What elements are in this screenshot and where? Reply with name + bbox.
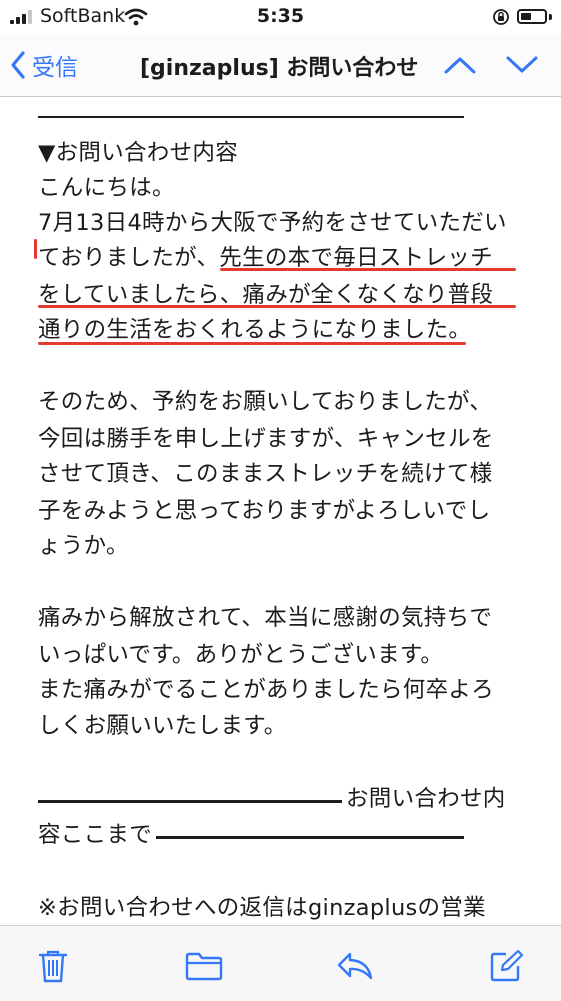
previous-message-button[interactable] [438,48,482,82]
bottom-toolbar [0,925,561,1001]
body-line: 容ここまで [38,822,153,848]
body-line: 7月13日4時から大阪で予約をさせていただい [38,210,507,236]
body-line: こんにちは。 [38,175,175,201]
back-label: 受信 [32,55,78,81]
clock: 5:35 [256,5,305,27]
next-message-button[interactable] [500,48,544,82]
highlight-underline [38,342,466,345]
body-line: 今回は勝手を申し上げますが、キャンセルを [38,426,494,452]
email-subject-title: [ginzaplus] お問い合わせ [140,56,419,81]
reply-button[interactable] [333,944,377,988]
body-line: 子をみようと思っておりますがよろしいでし [38,498,491,524]
body-line: ょうか。 [38,533,129,559]
folder-icon [185,952,223,981]
reply-icon [337,952,373,980]
body-line: させて頂き、このままストレッチを続けて様 [38,461,493,487]
trash-button[interactable] [31,944,75,988]
divider [38,116,464,118]
battery-nub [549,14,552,20]
body-line: いっぱいです。ありがとうございます。 [38,642,444,668]
move-to-folder-button[interactable] [182,944,226,988]
body-line: そのため、予約をお願いしておりましたが、 [38,389,493,415]
compose-button[interactable] [484,944,528,988]
body-line: 痛みから解放されて、本当に感謝の気持ちで [38,605,493,631]
chevron-down-icon [506,56,538,73]
divider [38,800,342,803]
chevron-up-icon [444,57,476,74]
divider [156,836,464,839]
rotation-lock-icon [493,9,509,25]
battery-icon [517,9,547,24]
body-line: ※お問い合わせへの返信はginzaplusの営業 [38,895,486,921]
section-heading: ▼お問い合わせ内容 [38,140,239,166]
highlight-underline [38,305,516,308]
body-line: また痛みがでることがありましたら何卒よろ [38,677,495,703]
body-line: お問い合わせ内 [346,786,506,812]
email-body: ▼お問い合わせ内容 こんにちは。 7月13日4時から大阪で予約をさせていただい … [0,97,561,925]
compose-icon [490,949,523,982]
nav-bar: 受信 [ginzaplus] お問い合わせ [0,34,561,97]
highlight-mark [34,239,37,259]
back-button[interactable]: 受信 [10,48,78,82]
trash-icon [38,950,68,983]
chevron-left-icon [11,51,25,79]
status-bar: SoftBank 5:35 [0,0,561,34]
body-line: しくお願いいたします。 [38,713,287,739]
highlight-underline [220,268,516,271]
